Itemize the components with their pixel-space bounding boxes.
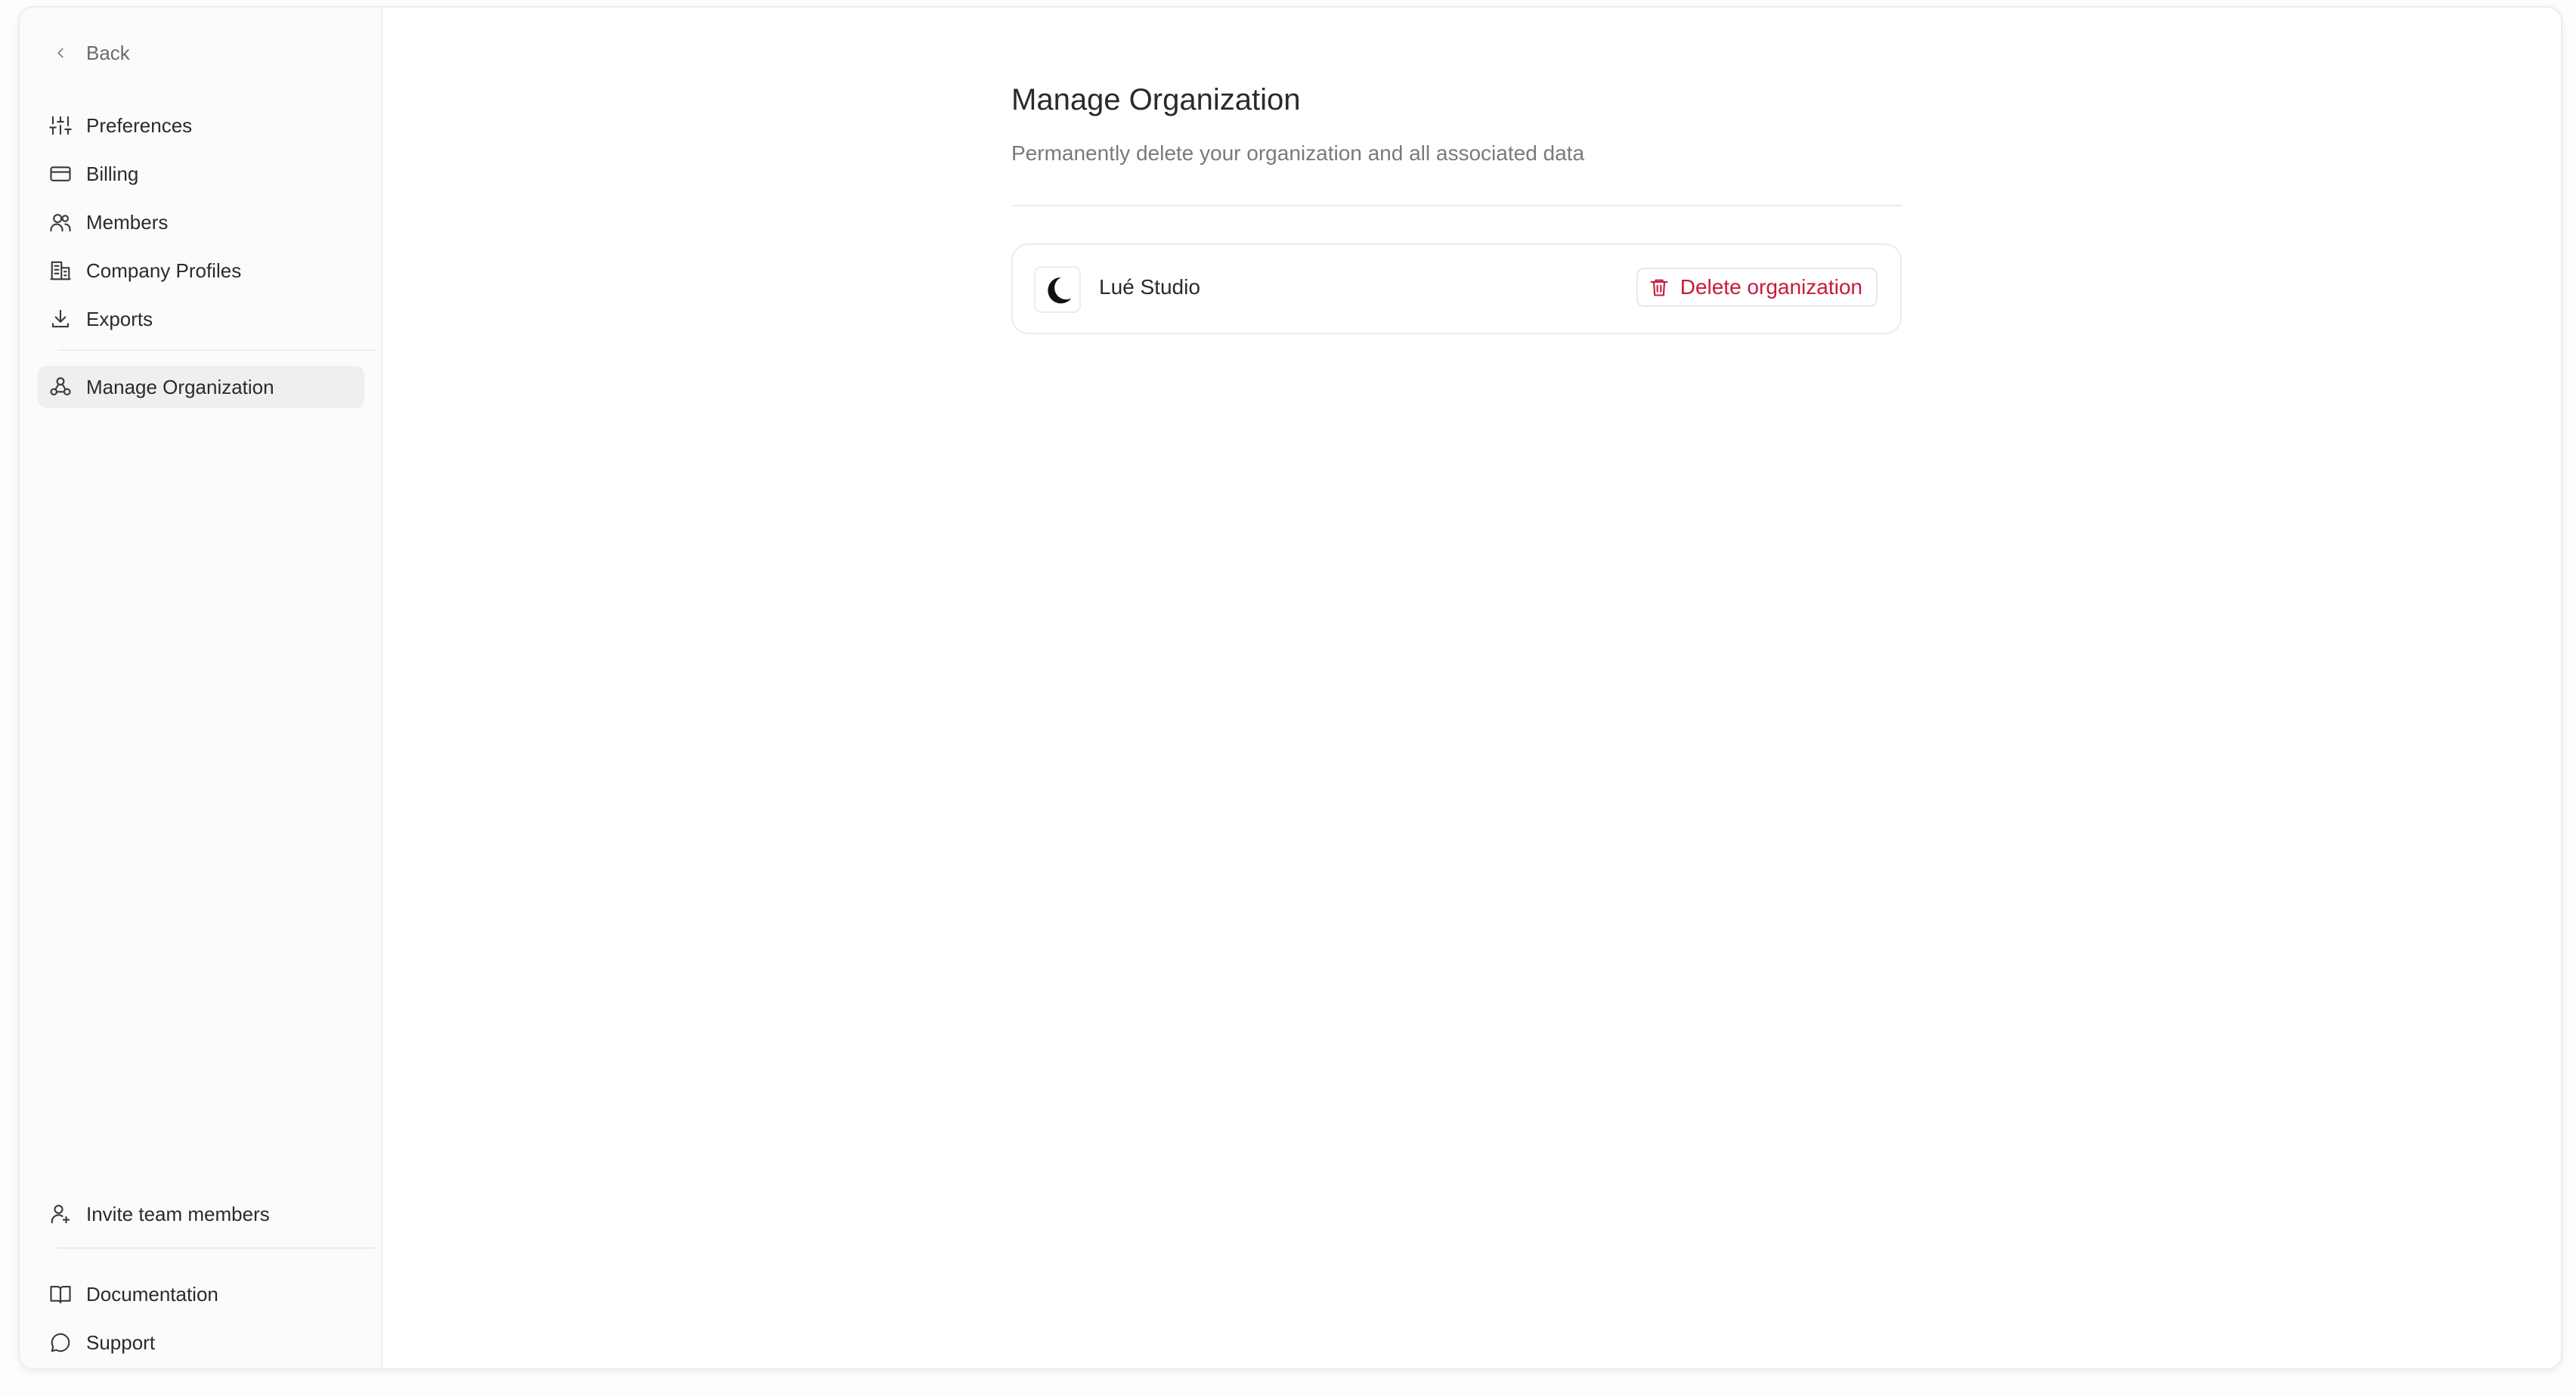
- download-icon: [48, 307, 73, 331]
- delete-organization-button[interactable]: Delete organization: [1636, 268, 1878, 307]
- sidebar-item-manage-organization[interactable]: Manage Organization: [38, 366, 364, 408]
- organization-logo: [1034, 266, 1081, 313]
- trash-icon: [1650, 279, 1668, 296]
- sidebar-item-label: Preferences: [86, 113, 193, 137]
- settings-window: Back Preferences Billing Members Company: [18, 6, 2562, 1370]
- sidebar-item-support[interactable]: Support: [38, 1321, 364, 1364]
- user-plus-icon: [48, 1202, 73, 1226]
- sidebar-item-label: Company Profiles: [86, 259, 242, 282]
- sliders-icon: [48, 113, 73, 138]
- sidebar-item-label: Billing: [86, 162, 139, 185]
- sidebar-item-label: Support: [86, 1330, 156, 1354]
- crescent-moon-icon: [1048, 277, 1072, 304]
- sidebar-item-label: Documentation: [86, 1282, 218, 1306]
- credit-card-icon: [48, 162, 73, 186]
- sidebar-item-label: Members: [86, 210, 169, 234]
- sidebar-divider: [57, 1247, 375, 1249]
- back-button[interactable]: Back: [38, 32, 364, 74]
- sidebar-item-exports[interactable]: Exports: [38, 298, 364, 340]
- sidebar-item-invite-team-members[interactable]: Invite team members: [38, 1193, 364, 1235]
- sidebar-item-billing[interactable]: Billing: [38, 153, 364, 195]
- organization-icon: [48, 375, 73, 399]
- sidebar-item-label: Manage Organization: [86, 375, 274, 398]
- chevron-left-icon: [48, 41, 73, 65]
- sidebar-item-company-profiles[interactable]: Company Profiles: [38, 249, 364, 292]
- section-divider: [1011, 205, 1902, 206]
- sidebar-item-preferences[interactable]: Preferences: [38, 104, 364, 147]
- users-icon: [48, 210, 73, 234]
- delete-organization-label: Delete organization: [1680, 275, 1862, 299]
- back-label: Back: [86, 41, 130, 64]
- organization-name: Lué Studio: [1099, 275, 1200, 299]
- sidebar-item-label: Exports: [86, 307, 153, 330]
- page-title: Manage Organization: [1011, 83, 1301, 116]
- sidebar-item-label: Invite team members: [86, 1202, 270, 1225]
- message-circle-icon: [48, 1330, 73, 1355]
- organization-card: Lué Studio Delete organization: [1011, 243, 1902, 334]
- page-subtitle: Permanently delete your organization and…: [1011, 141, 1585, 165]
- sidebar-divider: [57, 349, 375, 351]
- main-content: Manage Organization Permanently delete y…: [382, 8, 2561, 1368]
- sidebar-item-members[interactable]: Members: [38, 201, 364, 243]
- building-icon: [48, 259, 73, 283]
- book-icon: [48, 1282, 73, 1306]
- sidebar: Back Preferences Billing Members Company: [20, 8, 382, 1368]
- sidebar-item-documentation[interactable]: Documentation: [38, 1273, 364, 1315]
